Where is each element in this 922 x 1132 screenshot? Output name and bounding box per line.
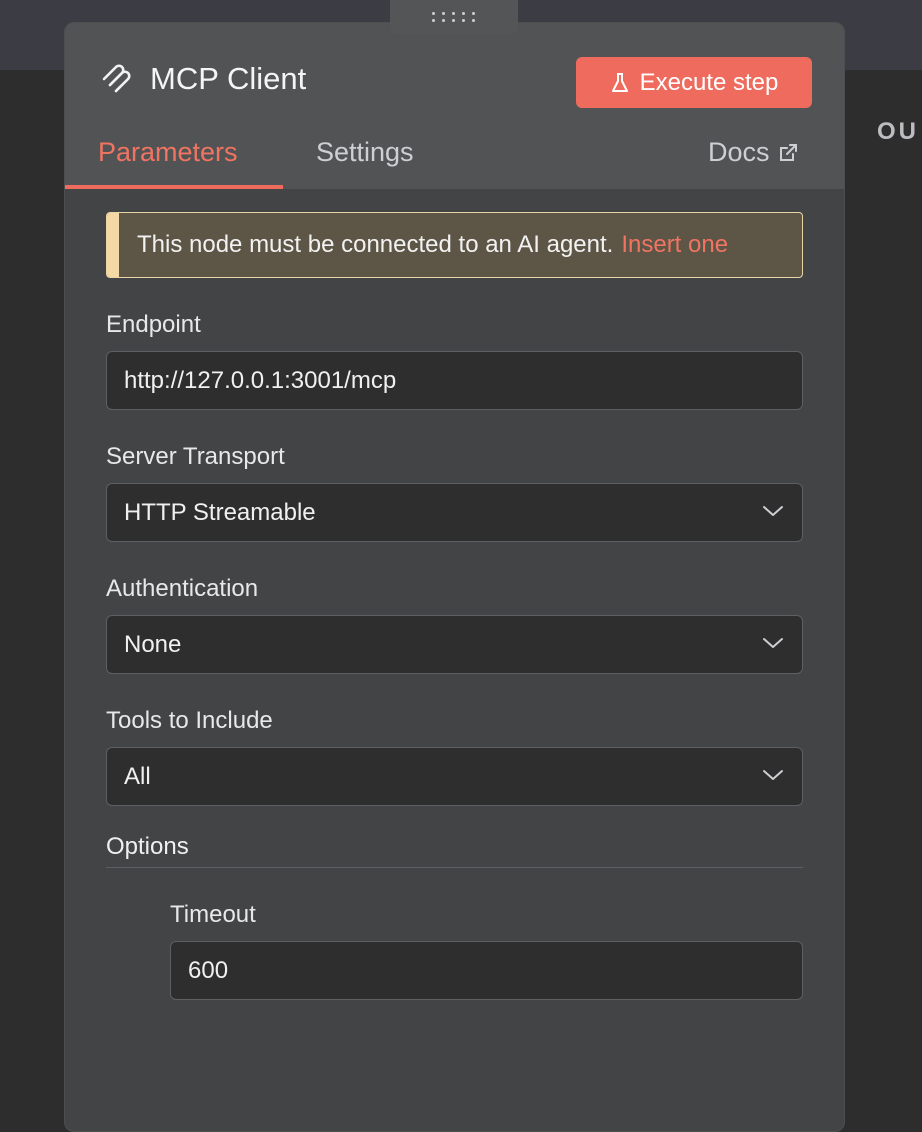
execute-step-button[interactable]: Execute step bbox=[576, 57, 812, 108]
drag-handle-icon bbox=[431, 12, 477, 22]
server-transport-label: Server Transport bbox=[106, 443, 285, 470]
insert-agent-link[interactable]: Insert one bbox=[621, 231, 728, 259]
server-transport-value: HTTP Streamable bbox=[124, 498, 316, 526]
node-details-panel: MCP Client Execute step Parameters Setti… bbox=[64, 22, 845, 1132]
tools-to-include-label: Tools to Include bbox=[106, 707, 273, 734]
tools-to-include-select[interactable]: All bbox=[106, 747, 803, 806]
mcp-icon bbox=[102, 64, 131, 93]
options-heading: Options bbox=[106, 833, 189, 860]
authentication-value: None bbox=[124, 630, 182, 658]
chevron-down-icon bbox=[763, 638, 783, 648]
timeout-value: 600 bbox=[188, 956, 229, 984]
docs-label: Docs bbox=[708, 137, 770, 167]
tab-parameters[interactable]: Parameters bbox=[98, 137, 238, 168]
authentication-label: Authentication bbox=[106, 575, 259, 602]
output-panel-label: OU bbox=[877, 118, 919, 145]
authentication-select[interactable]: None bbox=[106, 615, 803, 674]
options-divider bbox=[106, 867, 803, 868]
endpoint-input[interactable]: http://127.0.0.1:3001/mcp bbox=[106, 351, 803, 410]
timeout-label: Timeout bbox=[170, 901, 256, 928]
chevron-down-icon bbox=[763, 506, 783, 516]
execute-step-label: Execute step bbox=[639, 68, 779, 96]
notice-text: This node must be connected to an AI age… bbox=[137, 231, 614, 258]
endpoint-label: Endpoint bbox=[106, 311, 201, 338]
timeout-input[interactable]: 600 bbox=[170, 941, 803, 1000]
chevron-down-icon bbox=[763, 770, 783, 780]
endpoint-value: http://127.0.0.1:3001/mcp bbox=[124, 366, 397, 394]
tools-to-include-value: All bbox=[124, 762, 151, 790]
connection-notice: This node must be connected to an AI age… bbox=[106, 212, 803, 278]
external-link-icon bbox=[779, 143, 797, 161]
node-title: MCP Client bbox=[150, 61, 307, 96]
tab-settings[interactable]: Settings bbox=[316, 137, 414, 168]
panel-drag-handle[interactable] bbox=[390, 0, 518, 34]
flask-icon bbox=[611, 72, 628, 92]
active-tab-indicator bbox=[65, 185, 283, 189]
panel-header: MCP Client Execute step Parameters Setti… bbox=[65, 23, 844, 189]
docs-link[interactable]: Docs bbox=[708, 137, 798, 168]
server-transport-select[interactable]: HTTP Streamable bbox=[106, 483, 803, 542]
